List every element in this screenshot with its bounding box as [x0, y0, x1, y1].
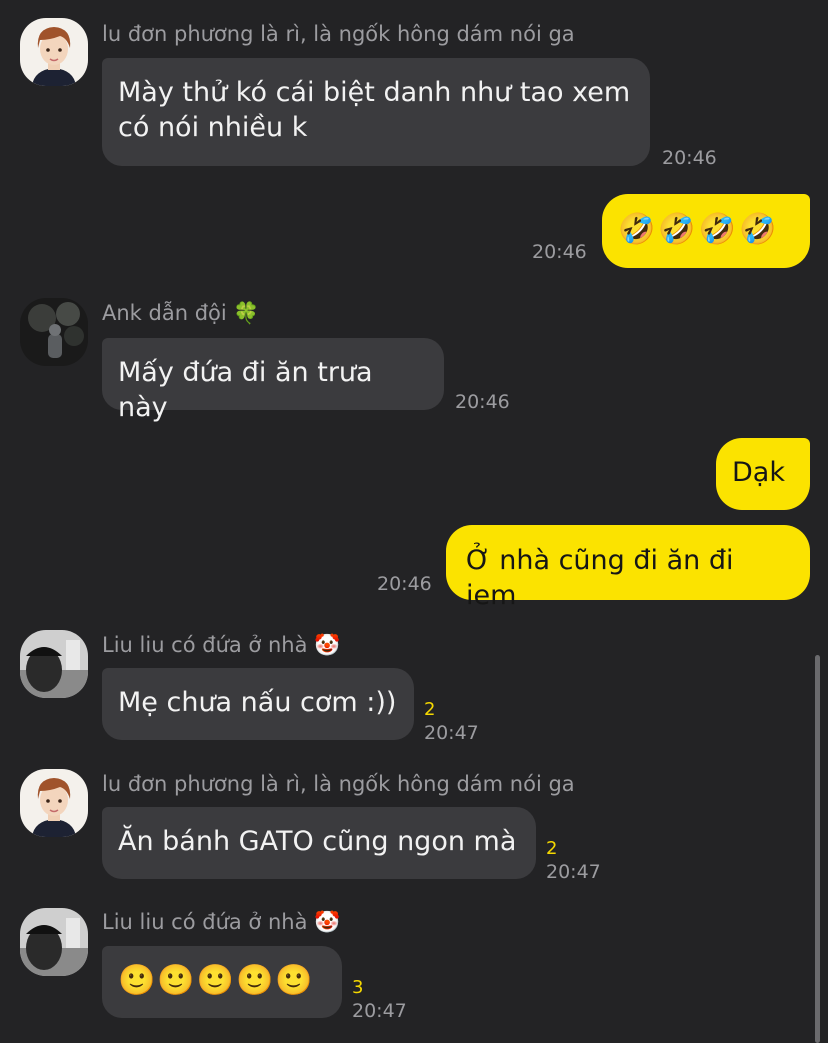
sender-name: lu đơn phương là rì, là ngốk hông dám nó… — [102, 22, 575, 46]
message-bubble[interactable]: 🤣🤣🤣🤣 — [602, 194, 810, 268]
unread-count: 2 — [424, 699, 436, 720]
avatar[interactable] — [20, 18, 88, 86]
avatar[interactable] — [20, 769, 88, 837]
message-bubble[interactable]: 🙂🙂🙂🙂🙂 — [102, 946, 342, 1018]
boy-portrait-avatar-icon — [20, 18, 88, 86]
sender-name: Liu liu có đứa ở nhà 🤡 — [102, 633, 341, 657]
avatar[interactable] — [20, 298, 88, 366]
message-bubble[interactable]: Mẹ chưa nấu cơm :)) — [102, 668, 414, 740]
message-time: 20:47 — [352, 1000, 407, 1022]
message-bubble[interactable]: Dạk — [716, 438, 810, 510]
sender-name: lu đơn phương là rì, là ngốk hông dám nó… — [102, 772, 575, 796]
message-time: 20:47 — [424, 722, 479, 744]
message-time: 20:46 — [662, 147, 717, 169]
unread-count: 2 — [546, 838, 558, 859]
message-bubble[interactable]: Mấy đứa đi ăn trưa này — [102, 338, 444, 423]
message-bubble[interactable]: Mày thử kó cái biệt danh như tao xem có … — [102, 58, 650, 166]
grayscale-photo-avatar-icon — [20, 630, 88, 698]
unread-count: 3 — [352, 977, 364, 998]
sender-name: Liu liu có đứa ở nhà 🤡 — [102, 910, 341, 934]
boy-portrait-avatar-icon — [20, 769, 88, 837]
avatar[interactable] — [20, 630, 88, 698]
message-bubble[interactable]: Ăn bánh GATO cũng ngon mà — [102, 807, 536, 879]
scrollbar[interactable] — [815, 655, 820, 1043]
message-time: 20:46 — [532, 241, 587, 263]
sender-name: Ank dẫn đội 🍀 — [102, 301, 260, 325]
message-time: 20:46 — [377, 573, 432, 595]
message-bubble[interactable]: Ở nhà cũng đi ăn đi iem — [446, 525, 810, 611]
avatar[interactable] — [20, 908, 88, 976]
message-time: 20:46 — [455, 391, 510, 413]
grayscale-photo-avatar-icon — [20, 908, 88, 976]
dark-photo-avatar-icon — [20, 298, 88, 366]
message-time: 20:47 — [546, 861, 601, 883]
